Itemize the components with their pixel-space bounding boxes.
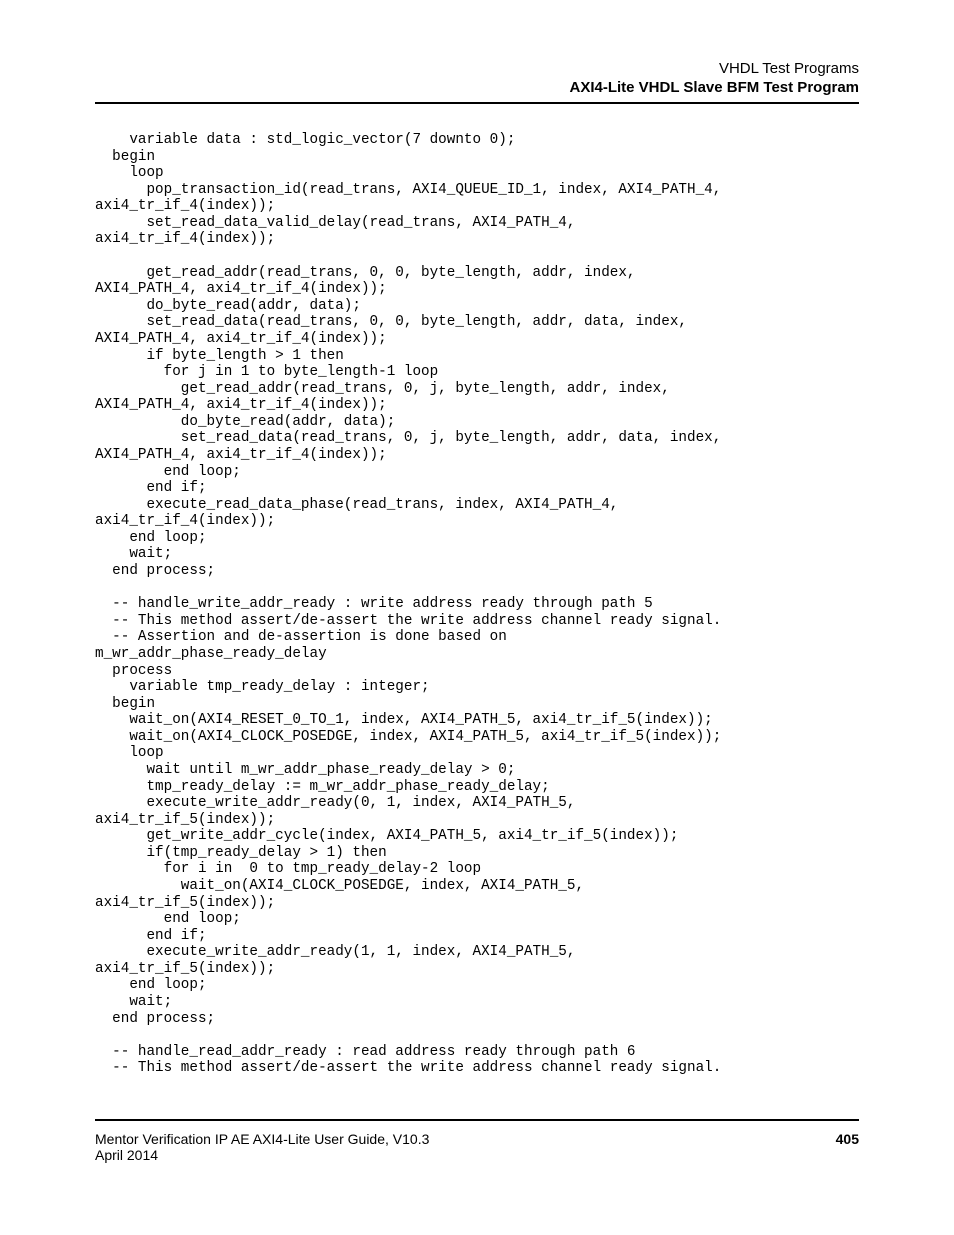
header-title: AXI4-Lite VHDL Slave BFM Test Program — [95, 79, 859, 96]
page-number: 405 — [836, 1131, 859, 1147]
page-footer: Mentor Verification IP AE AXI4-Lite User… — [95, 1119, 859, 1163]
footer-guide-title: Mentor Verification IP AE AXI4-Lite User… — [95, 1131, 429, 1147]
page-header: VHDL Test Programs AXI4-Lite VHDL Slave … — [95, 60, 859, 96]
code-block: variable data : std_logic_vector(7 downt… — [95, 132, 859, 1077]
footer-date: April 2014 — [95, 1147, 429, 1163]
footer-doc-info: Mentor Verification IP AE AXI4-Lite User… — [95, 1131, 429, 1163]
header-category: VHDL Test Programs — [95, 60, 859, 77]
header-divider — [95, 102, 859, 104]
